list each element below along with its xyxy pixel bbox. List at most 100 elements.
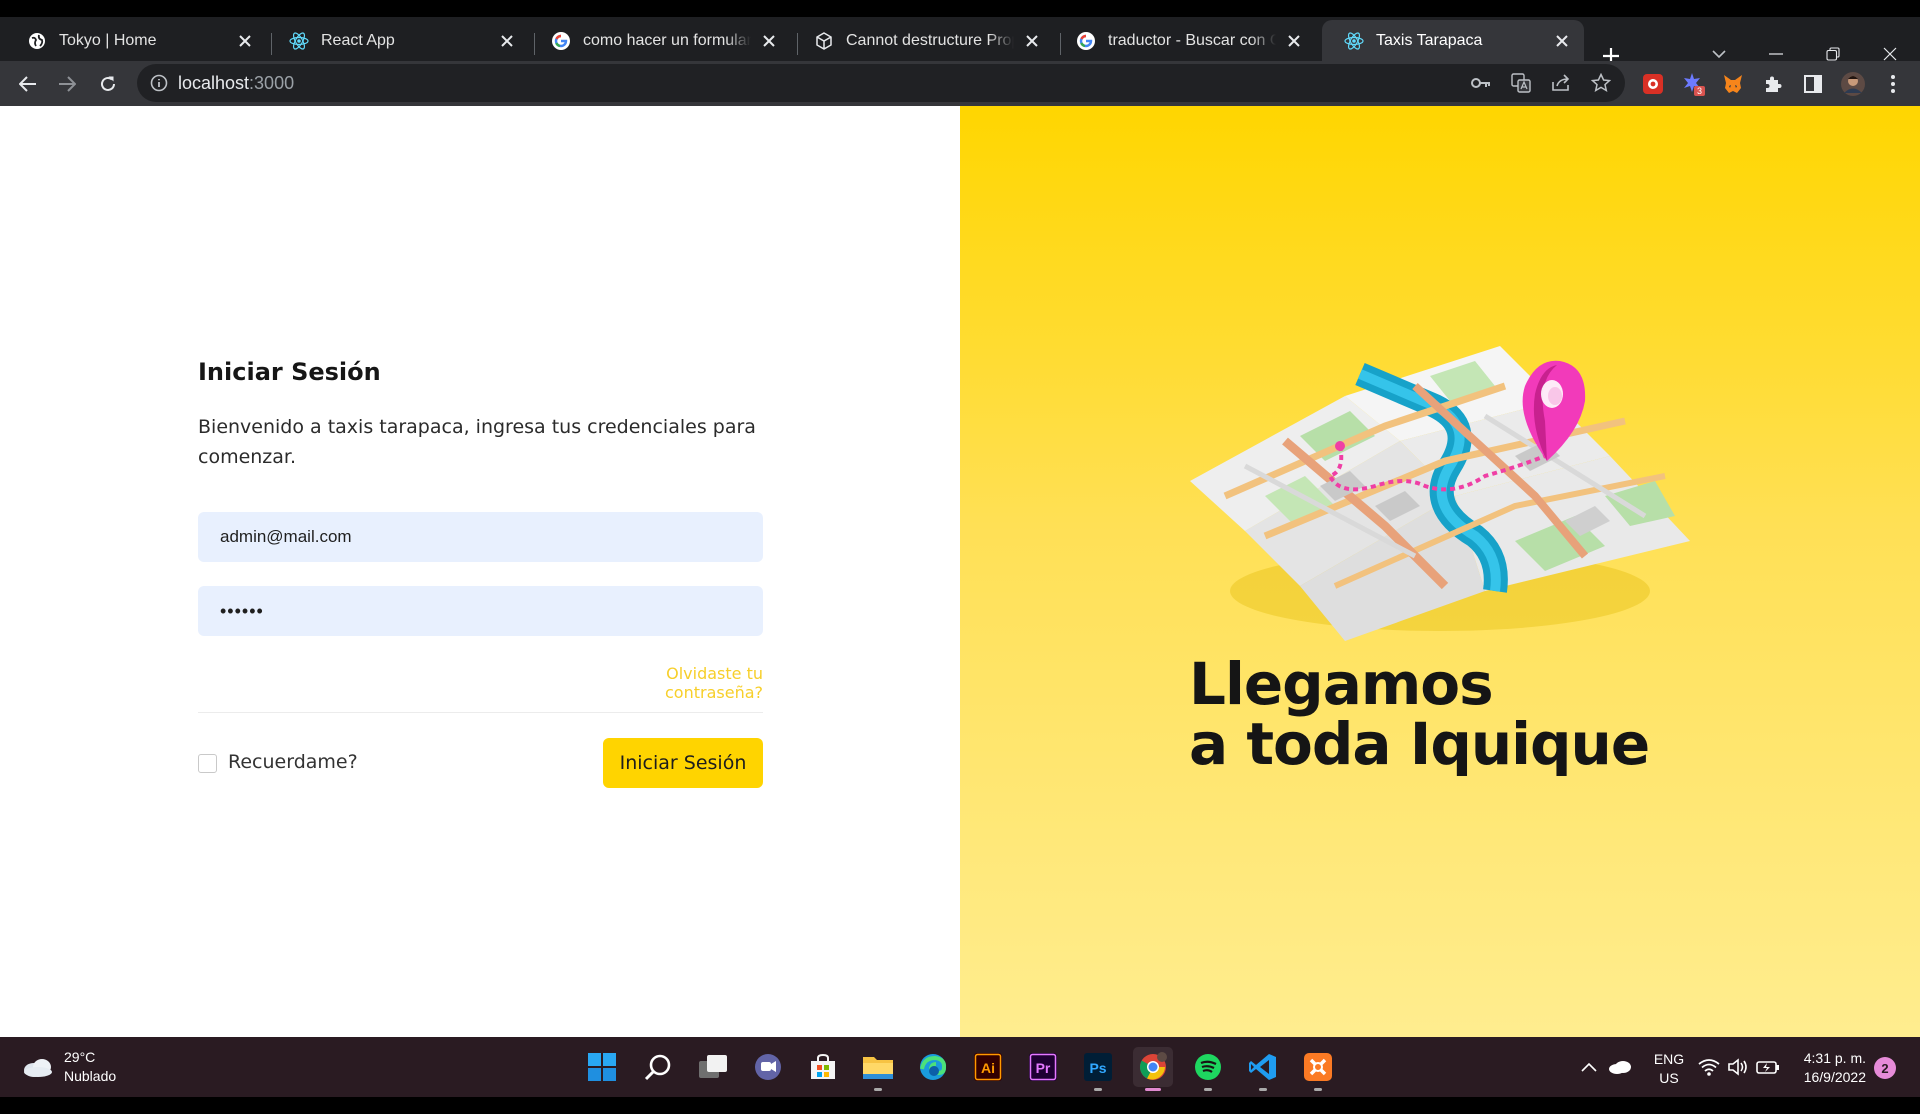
- weather-temp: 29°C: [64, 1049, 96, 1065]
- email-field[interactable]: admin@mail.com: [198, 512, 763, 562]
- google-icon: [551, 31, 571, 51]
- tab-title: traductor - Buscar con Goo: [1108, 31, 1276, 49]
- metamask-fox-icon[interactable]: [1720, 71, 1746, 97]
- forward-icon[interactable]: [50, 67, 84, 101]
- share-icon[interactable]: [1550, 72, 1572, 94]
- remember-checkbox[interactable]: [198, 754, 217, 773]
- password-field[interactable]: ••••••: [198, 586, 763, 636]
- running-indicator: [1094, 1088, 1102, 1091]
- running-indicator: [874, 1088, 882, 1091]
- svg-text:Ps: Ps: [1089, 1060, 1106, 1076]
- extension-badge: 3: [1697, 86, 1702, 96]
- extension-star-icon[interactable]: 3: [1681, 71, 1707, 97]
- vscode-icon[interactable]: [1243, 1047, 1283, 1091]
- hero-line-2: a toda Iquique: [1189, 710, 1650, 778]
- system-clock[interactable]: 4:31 p. m. 16/9/2022: [1790, 1049, 1866, 1087]
- teams-chat-icon[interactable]: [748, 1047, 788, 1087]
- close-tab-icon[interactable]: [1284, 31, 1304, 51]
- key-icon[interactable]: [1470, 72, 1492, 94]
- tab-title: como hacer un formulario c: [583, 31, 751, 49]
- url-port: :3000: [249, 73, 295, 93]
- close-tab-icon[interactable]: [235, 31, 255, 51]
- tab-traductor[interactable]: traductor - Buscar con Goo: [1054, 20, 1316, 61]
- file-explorer-icon[interactable]: [858, 1047, 898, 1091]
- url-host: localhost: [178, 73, 250, 93]
- wifi-icon[interactable]: [1696, 1054, 1722, 1080]
- tab-taxis-tarapaca[interactable]: Taxis Tarapaca: [1322, 20, 1584, 61]
- bookmark-star-icon[interactable]: [1590, 72, 1612, 94]
- chevron-up-icon[interactable]: [1576, 1054, 1602, 1080]
- address-bar[interactable]: localhost:3000: [137, 64, 1625, 102]
- remember-label[interactable]: Recuerdame?: [228, 751, 358, 773]
- tab-title: Taxis Tarapaca: [1376, 31, 1483, 49]
- tab-title: Cannot destructure Propert: [846, 31, 1014, 49]
- screen-bottom-edge: [0, 1097, 1920, 1114]
- premiere-icon[interactable]: Pr: [1023, 1047, 1063, 1087]
- photoshop-icon[interactable]: Ps: [1078, 1047, 1118, 1091]
- tab-google-formulario[interactable]: como hacer un formulario c: [529, 20, 791, 61]
- globe-icon: [27, 31, 47, 51]
- clock-date: 16/9/2022: [1803, 1069, 1866, 1085]
- running-indicator: [1314, 1088, 1322, 1091]
- close-tab-icon[interactable]: [497, 31, 517, 51]
- login-title: Iniciar Sesión: [198, 358, 381, 386]
- start-windows-icon[interactable]: [582, 1047, 622, 1087]
- translate-icon[interactable]: [1510, 72, 1532, 94]
- close-tab-icon[interactable]: [1022, 31, 1042, 51]
- back-icon[interactable]: [11, 67, 45, 101]
- react-icon: [289, 31, 309, 51]
- url-text[interactable]: localhost:3000: [178, 73, 294, 94]
- cloud-icon: [24, 1059, 52, 1077]
- divider: [198, 712, 763, 713]
- tab-react-app[interactable]: React App: [267, 20, 529, 61]
- extensions-puzzle-icon[interactable]: [1760, 71, 1786, 97]
- extension-red-icon[interactable]: [1640, 71, 1666, 97]
- search-icon[interactable]: [638, 1047, 678, 1087]
- chrome-menu-icon[interactable]: [1880, 71, 1906, 97]
- volume-icon[interactable]: [1725, 1054, 1751, 1080]
- tab-tokyo-home[interactable]: Tokyo | Home: [5, 20, 267, 61]
- tab-title: Tokyo | Home: [59, 31, 157, 49]
- browser-toolbar: localhost:3000 3: [0, 61, 1920, 106]
- login-panel: Iniciar Sesión Bienvenido a taxis tarapa…: [0, 106, 960, 1037]
- xampp-icon[interactable]: [1298, 1047, 1338, 1091]
- svg-text:Pr: Pr: [1036, 1060, 1051, 1076]
- cube-icon: [814, 31, 834, 51]
- active-indicator: [1145, 1088, 1161, 1091]
- tab-title: React App: [321, 31, 395, 49]
- reload-icon[interactable]: [91, 67, 125, 101]
- svg-text:Ai: Ai: [981, 1060, 995, 1076]
- notification-badge[interactable]: 2: [1874, 1057, 1896, 1079]
- profile-avatar-icon[interactable]: [1840, 71, 1866, 97]
- login-description: Bienvenido a taxis tarapaca, ingresa tus…: [198, 416, 756, 468]
- side-panel-icon[interactable]: [1800, 71, 1826, 97]
- illustrator-icon[interactable]: Ai: [968, 1047, 1008, 1087]
- weather-desc: Nublado: [64, 1068, 117, 1084]
- weather-widget[interactable]: 29°C Nublado: [22, 1048, 116, 1086]
- hero-line-1: Llegamos: [1189, 650, 1494, 718]
- running-indicator: [1204, 1088, 1212, 1091]
- battery-icon[interactable]: [1755, 1054, 1781, 1080]
- tab-strip: Tokyo | Home React App como hacer un for…: [0, 17, 1920, 64]
- spotify-icon[interactable]: [1188, 1047, 1228, 1091]
- tab-cannot-destructure[interactable]: Cannot destructure Propert: [792, 20, 1054, 61]
- clock-time: 4:31 p. m.: [1803, 1050, 1866, 1066]
- chrome-icon[interactable]: [1133, 1047, 1173, 1091]
- onedrive-cloud-icon[interactable]: [1607, 1054, 1633, 1080]
- task-view-icon[interactable]: [693, 1047, 733, 1087]
- close-tab-icon[interactable]: [759, 31, 779, 51]
- hero-panel: Llegamos a toda Iquique: [960, 106, 1920, 1037]
- lang-code: ENG: [1653, 1051, 1685, 1067]
- microsoft-store-icon[interactable]: [803, 1047, 843, 1087]
- close-tab-icon[interactable]: [1552, 31, 1572, 51]
- site-info-icon[interactable]: [149, 73, 169, 93]
- google-icon: [1076, 31, 1096, 51]
- edge-browser-icon[interactable]: [913, 1047, 953, 1087]
- forgot-password-link[interactable]: Olvidaste tu contraseña?: [573, 664, 763, 702]
- lang-region: US: [1659, 1070, 1679, 1086]
- login-button[interactable]: Iniciar Sesión: [603, 738, 763, 788]
- screen-top-edge: [0, 0, 1920, 17]
- hero-heading: Llegamos a toda Iquique: [1189, 650, 1650, 778]
- folded-map-illustration: [1190, 346, 1690, 641]
- language-indicator[interactable]: ENG US: [1648, 1050, 1690, 1088]
